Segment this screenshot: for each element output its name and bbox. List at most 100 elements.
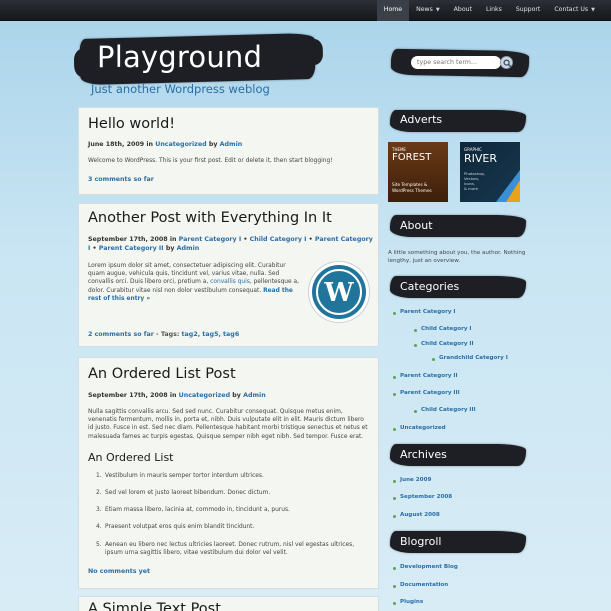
svg-text:W: W	[323, 278, 354, 308]
search-input[interactable]	[411, 56, 501, 69]
bullet-icon	[393, 312, 396, 315]
chevron-down-icon: ▼	[435, 7, 440, 13]
meta-in: in	[169, 236, 177, 243]
list-number: 3.	[96, 507, 102, 513]
nav-support[interactable]: Support	[509, 0, 547, 21]
post-title[interactable]: An Ordered List Post	[88, 366, 236, 382]
separator: •	[92, 245, 97, 252]
wordpress-logo-icon: W	[308, 261, 370, 323]
ad-text: WordPress Themes	[392, 188, 432, 193]
list-text: Praesent volutpat eros quis enim blandit…	[105, 524, 255, 530]
nav-links[interactable]: Links	[479, 0, 509, 21]
widget-title-adverts: Adverts	[400, 113, 443, 126]
post-category-link[interactable]: Uncategorized	[179, 392, 230, 399]
post-ordered-list: An Ordered List Post September 17th, 200…	[78, 357, 379, 589]
tag-link[interactable]: tag5	[202, 331, 218, 338]
post-category-link[interactable]: Child Category I	[250, 236, 307, 243]
bullet-icon	[393, 585, 396, 588]
bullet-icon	[393, 376, 396, 379]
category-link[interactable]: Child Category I	[421, 326, 472, 332]
category-link[interactable]: Grandchild Category I	[439, 355, 508, 361]
post-title[interactable]: Another Post with Everything In It	[88, 210, 332, 226]
about-text: A little something about you, the author…	[388, 250, 526, 264]
post-date: June 18th, 2009	[88, 141, 145, 148]
list-number: 2.	[96, 490, 102, 496]
blogroll-link[interactable]: Plugins	[400, 599, 423, 605]
bullet-icon	[414, 329, 417, 332]
widget-title-categories: Categories	[400, 280, 460, 293]
ad-text: Site Templates &	[392, 182, 428, 187]
blogroll-link[interactable]: Development Blog	[400, 564, 458, 570]
sub-heading: An Ordered List	[88, 451, 174, 464]
site-title[interactable]: Playground	[97, 40, 262, 74]
chevron-down-icon: ▼	[591, 7, 595, 13]
inline-link[interactable]: convallis quis	[210, 279, 250, 285]
post-meta: September 17th, 2008 in Uncategorized by…	[88, 391, 373, 400]
post-author-link[interactable]: Admin	[220, 141, 243, 148]
separator: •	[308, 236, 313, 243]
bullet-icon	[393, 602, 396, 605]
category-link[interactable]: Uncategorized	[400, 425, 446, 431]
post-date: September 17th, 2008	[88, 236, 168, 243]
post-category-link[interactable]: Uncategorized	[155, 141, 206, 148]
nav-contact-us[interactable]: Contact Us ▼	[547, 0, 602, 21]
meta-by: by	[208, 141, 218, 148]
separator: •	[243, 236, 248, 243]
post-body: Welcome to WordPress. This is your first…	[88, 158, 333, 164]
nav-news[interactable]: News ▼	[409, 0, 447, 21]
comments-link[interactable]: 3 comments so far	[88, 176, 154, 183]
nav-label: Contact Us	[554, 6, 589, 13]
post-author-link[interactable]: Admin	[243, 392, 266, 399]
list-number: 4.	[96, 524, 102, 530]
list-text: Vestibulum in mauris semper tortor inter…	[105, 473, 264, 479]
post-meta: June 18th, 2009 in Uncategorized by Admi…	[88, 140, 373, 149]
comments-link[interactable]: No comments yet	[88, 568, 150, 575]
comments-link[interactable]: 2 comments so far	[88, 331, 154, 338]
post-body: Lorem ipsum dolor sit amet, consectetuer…	[88, 262, 300, 303]
widget-title-archives: Archives	[400, 448, 447, 461]
tag-link[interactable]: tag6	[223, 331, 239, 338]
bullet-icon	[414, 344, 417, 347]
archive-link[interactable]: August 2008	[400, 512, 440, 518]
blogroll-link[interactable]: Documentation	[400, 582, 448, 588]
nav-home[interactable]: Home	[376, 0, 410, 21]
post-title[interactable]: Hello world!	[88, 116, 175, 132]
ad-theme-forest[interactable]: THEME FOREST Site Templates & WordPress …	[388, 142, 448, 202]
top-nav-bar: Home News ▼ About Links Support Contact U…	[0, 0, 611, 21]
archive-link[interactable]: September 2008	[400, 494, 452, 500]
meta-by: by	[165, 245, 175, 252]
bullet-icon	[414, 410, 417, 413]
category-link[interactable]: Child Category III	[421, 407, 476, 413]
nav-label: About	[453, 6, 472, 13]
category-link[interactable]: Child Category II	[421, 341, 474, 347]
list-text: Aenean eu libero nec lectus ultricies la…	[105, 542, 355, 557]
nav-about[interactable]: About	[447, 0, 479, 21]
nav-label: Support	[515, 6, 541, 13]
post-meta: September 17th, 2008 in Parent Category …	[88, 235, 373, 253]
post-category-link[interactable]: Parent Category II	[99, 245, 164, 252]
ad-graphic-river[interactable]: GRAPHIC RIVER Photoshop, Vectors, Icons,…	[460, 142, 520, 202]
post-author-link[interactable]: Admin	[177, 245, 200, 252]
list-number: 1.	[96, 473, 102, 479]
post-body: Nulla sagittis convallis arcu. Sed sed n…	[88, 409, 368, 440]
list-number: 5.	[96, 542, 102, 548]
nav-label: Home	[383, 6, 403, 13]
category-link[interactable]: Parent Category III	[400, 390, 460, 396]
post-title[interactable]: A Simple Text Post	[88, 601, 221, 611]
search-button[interactable]	[500, 56, 513, 69]
ribbon-graphic-icon	[496, 170, 520, 202]
category-link[interactable]: Parent Category I	[400, 309, 456, 315]
ad-text: RIVER	[464, 152, 498, 165]
archive-link[interactable]: June 2009	[400, 477, 431, 483]
post-category-link[interactable]: Parent Category I	[179, 236, 242, 243]
list-text: Sed vel lorem et justo laoreet bibendum.…	[105, 490, 271, 496]
post-hello-world: Hello world! June 18th, 2009 in Uncatego…	[78, 107, 379, 195]
ad-text: & more	[464, 186, 479, 191]
meta-in: in	[146, 141, 153, 148]
meta-by: by	[232, 392, 241, 399]
category-link[interactable]: Parent Category II	[400, 373, 458, 379]
tag-link[interactable]: tag2	[182, 331, 198, 338]
list-text: Etiam massa libero, lacinia at, commodo …	[105, 507, 290, 513]
post-footer: 2 comments so far - Tags: tag2, tag5, ta…	[88, 331, 240, 338]
meta-in: in	[169, 392, 177, 399]
